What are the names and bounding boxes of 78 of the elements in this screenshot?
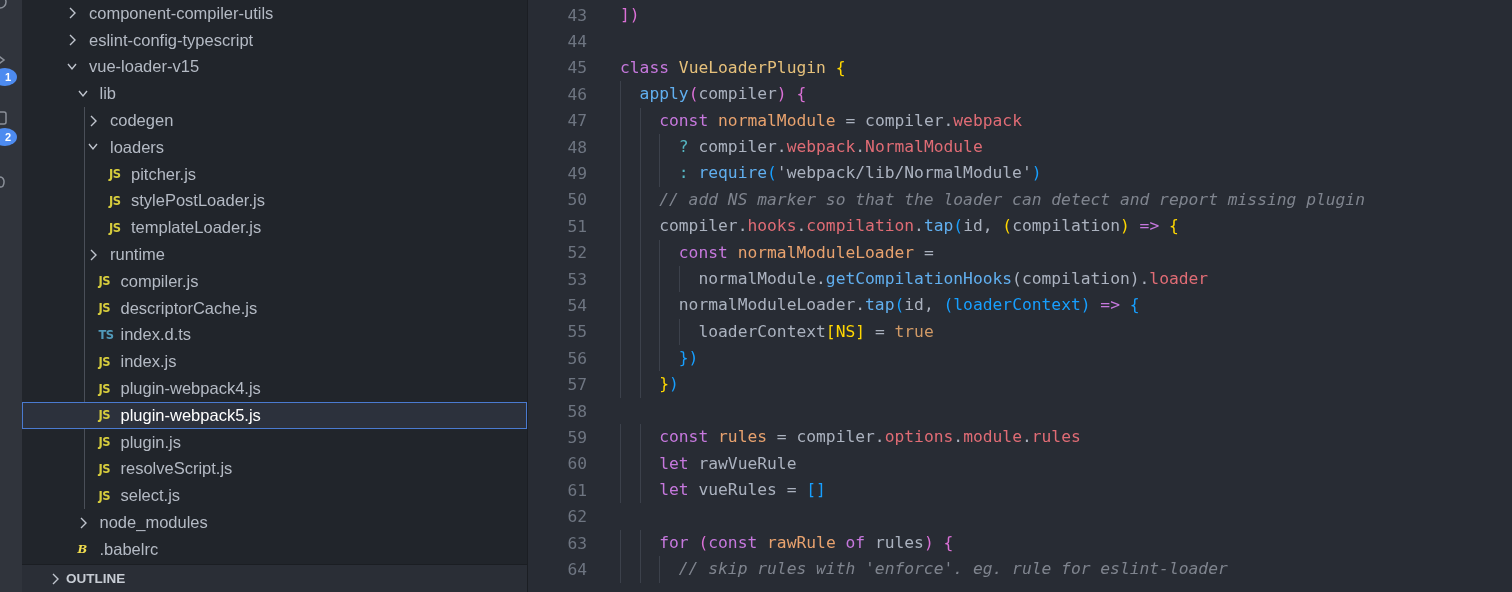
code-line: class VueLoaderPlugin { xyxy=(620,56,846,79)
code-line: normalModuleLoader.tap(id, (loaderContext) => { xyxy=(620,292,1140,319)
line-number: 50 xyxy=(566,190,588,210)
line-number: 61 xyxy=(566,480,588,500)
tree-item[interactable]: TS index.d.ts xyxy=(22,321,527,349)
line-number: 56 xyxy=(566,348,588,368)
tree-item[interactable]: JS plugin.js xyxy=(22,428,527,456)
tree-item[interactable]: JS compiler.js xyxy=(22,267,527,295)
line-number: 54 xyxy=(566,296,588,315)
tree-item[interactable]: eslint-config-typescript xyxy=(22,26,527,54)
code-line: let rawVueRule xyxy=(620,450,797,478)
tree-item[interactable]: JS plugin-webpack4.js xyxy=(22,375,527,402)
line-number: 64 xyxy=(566,559,588,579)
tree-item[interactable]: JS resolveScript.js xyxy=(22,455,527,483)
tree-item[interactable]: JS index.js xyxy=(22,348,527,376)
line-number: 60 xyxy=(566,454,588,474)
code-line: const rules = compiler.options.module.rules xyxy=(620,424,1081,451)
line-number: 55 xyxy=(566,322,588,342)
file-type-icon: JS xyxy=(98,408,111,423)
line-number: 52 xyxy=(566,243,588,263)
tree-item[interactable]: component-compiler-utils xyxy=(22,0,527,27)
tree-item[interactable]: codegen xyxy=(22,107,527,134)
code-line: compiler.hooks.compilation.tap(id, (compilation) => { xyxy=(620,213,1179,240)
code-comment: // add NS marker so that the loader can detect and report missing plugin xyxy=(620,186,1365,214)
line-number: 53 xyxy=(566,269,588,289)
tree-item[interactable]: B .babelrc xyxy=(22,535,527,563)
code-line: }) xyxy=(620,345,699,372)
outline-section-header[interactable]: OUTLINE xyxy=(22,564,527,592)
code-comment: // skip rules with 'enforce'. eg. rule for eslint-loader xyxy=(620,556,1228,583)
file-type-icon: JS xyxy=(98,354,111,369)
code-line: }) xyxy=(620,371,679,398)
tree-item[interactable]: loaders xyxy=(22,134,527,161)
file-type-icon: JS xyxy=(98,488,111,503)
file-type-icon: JS xyxy=(98,435,111,450)
line-number: 49 xyxy=(566,164,588,184)
line-number: 51 xyxy=(566,216,588,236)
tree-item[interactable]: JS pitcher.js xyxy=(22,160,527,188)
line-number: 57 xyxy=(566,375,588,395)
line-number: 47 xyxy=(566,111,588,131)
line-number: 63 xyxy=(566,533,588,553)
line-number: 48 xyxy=(566,137,588,157)
line-number: 44 xyxy=(566,32,588,52)
file-type-icon: TS xyxy=(98,327,114,342)
code-line: const normalModule = compiler.webpack xyxy=(620,107,1022,134)
code-line: for (const rawRule of rules) { xyxy=(620,529,954,557)
file-type-icon: JS xyxy=(98,301,111,316)
line-number: 46 xyxy=(566,84,588,104)
line-number: 58 xyxy=(566,401,588,421)
tree-item[interactable]: JS templateLoader.js xyxy=(22,214,527,242)
code-line: apply(compiler) { xyxy=(620,81,807,108)
tree-item[interactable]: runtime xyxy=(22,241,527,268)
line-number: 59 xyxy=(566,427,588,447)
file-type-icon: JS xyxy=(98,381,111,396)
tree-item[interactable]: vue-loader-v15 xyxy=(22,53,527,81)
code-line: const normalModuleLoader = xyxy=(620,239,934,266)
file-type-icon: JS xyxy=(98,274,111,289)
file-type-icon: JS xyxy=(109,193,121,208)
file-type-icon: JS xyxy=(109,220,121,235)
notification-badge: 1 xyxy=(0,68,17,86)
code-line: : require('webpack/lib/NormalModule') xyxy=(620,160,1042,187)
tree-item[interactable]: lib xyxy=(22,80,527,108)
code-line: normalModule.getCompilationHooks(compilation).loader xyxy=(620,265,1209,293)
code-line: ? compiler.webpack.NormalModule xyxy=(620,133,983,161)
file-type-icon: JS xyxy=(109,167,121,182)
code-line: let vueRules = [] xyxy=(620,477,826,504)
tree-item[interactable]: JS stylePostLoader.js xyxy=(22,187,527,215)
tree-item[interactable]: node_modules xyxy=(22,509,527,536)
line-number: 62 xyxy=(566,507,588,527)
code-line: ]) xyxy=(620,4,640,26)
file-type-icon: B xyxy=(77,542,87,557)
tree-item[interactable]: JS select.js xyxy=(22,482,527,510)
line-number: 43 xyxy=(566,5,588,25)
notification-badge: 2 xyxy=(0,128,17,146)
line-number: 45 xyxy=(566,58,588,78)
tree-item[interactable]: JS plugin-webpack5.js xyxy=(22,401,527,429)
file-type-icon: JS xyxy=(98,461,111,476)
code-line: loaderContext[NS] = true xyxy=(620,318,934,346)
tree-item[interactable]: JS descriptorCache.js xyxy=(22,294,527,322)
